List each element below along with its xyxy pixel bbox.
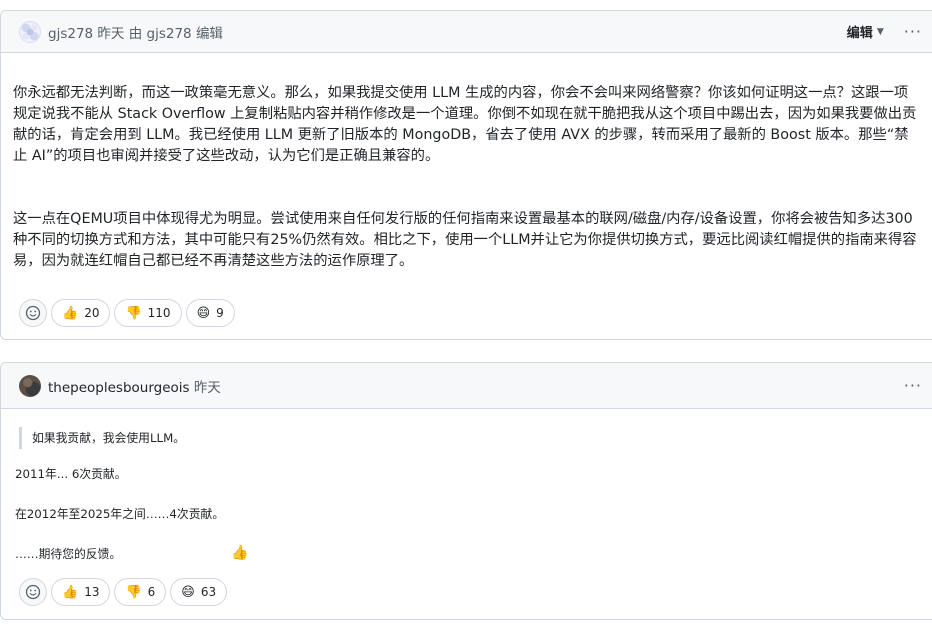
author-link[interactable]: thepeoplesbourgeois — [48, 380, 190, 396]
comment-body: 如果我贡献，我会使用LLM。 2011年... 6次贡献。 在2012年至202… — [1, 409, 932, 563]
comment-paragraph: 你永远都无法判断，而这一政策毫无意义。那么，如果我提交使用 LLM 生成的内容，… — [13, 85, 917, 164]
add-reaction-button[interactable] — [19, 578, 47, 606]
thumbs-up-icon: 👍 — [62, 305, 79, 321]
edited-label: 编辑 — [195, 25, 223, 42]
comment-line: 在2012年至2025年之间……4次贡献。 — [15, 507, 225, 521]
timestamp[interactable]: 昨天 — [194, 380, 221, 396]
thumbs-down-icon: 👎 — [125, 305, 142, 321]
reaction-count: 9 — [216, 306, 224, 320]
comment-meta: thepeoplesbourgeois 昨天 — [48, 376, 221, 396]
reaction-count: 20 — [84, 306, 100, 320]
thumbs-up-icon: 👍 — [62, 584, 79, 600]
add-reaction-button[interactable] — [19, 299, 47, 327]
chevron-down-icon: ▼ — [876, 26, 884, 37]
laugh-icon: 😄 — [181, 584, 195, 600]
reaction-thumbs-up[interactable]: 👍 20 — [51, 299, 111, 327]
smiley-icon — [25, 584, 41, 600]
reaction-laugh[interactable]: 😄 9 — [185, 299, 235, 327]
quote-text: 如果我贡献，我会使用LLM。 — [32, 431, 186, 445]
comment-line: ……期待您的反馈。 — [15, 547, 122, 561]
reactions-bar: 👍 20 👎 110 😄 9 — [19, 299, 235, 327]
thumbs-up-icon: 👍 — [231, 545, 249, 561]
comment-meta: gjs278 昨天 由 gjs278 编辑 — [48, 22, 223, 42]
reaction-count: 6 — [147, 585, 156, 599]
comment-header: gjs278 昨天 由 gjs278 编辑 编辑 ▼ ··· — [1, 11, 932, 53]
edit-history-dropdown[interactable]: 编辑 ▼ — [847, 22, 884, 41]
reaction-thumbs-up[interactable]: 👍 13 — [51, 578, 111, 606]
author-link[interactable]: gjs278 — [48, 26, 93, 42]
comment-body: 你永远都无法判断，而这一政策毫无意义。那么，如果我提交使用 LLM 生成的内容，… — [1, 53, 932, 272]
reaction-count: 110 — [147, 306, 171, 320]
reactions-bar: 👍 13 👎 6 😄 63 — [19, 578, 228, 606]
avatar[interactable] — [19, 20, 41, 43]
comment-line-wrap: ……期待您的反馈。 👍 — [15, 545, 920, 563]
reaction-count: 13 — [84, 585, 100, 599]
comment-line: 2011年... 6次贡献。 — [15, 467, 127, 481]
reaction-laugh[interactable]: 😄 63 — [170, 578, 228, 606]
timestamp[interactable]: 昨天 — [97, 26, 124, 42]
comment-gjs278: gjs278 昨天 由 gjs278 编辑 编辑 ▼ ··· 你永远都无法判断，… — [0, 10, 932, 340]
more-options-icon[interactable]: ··· — [904, 376, 922, 395]
editor-link[interactable]: gjs278 — [147, 26, 192, 42]
comment-thepeoplesbourgeois: thepeoplesbourgeois 昨天 ··· 如果我贡献，我会使用LLM… — [0, 362, 932, 620]
comment-header: thepeoplesbourgeois 昨天 ··· — [1, 363, 932, 409]
edited-by-label: 由 — [128, 25, 143, 42]
more-options-icon[interactable]: ··· — [904, 22, 922, 41]
thumbs-down-icon: 👎 — [125, 584, 142, 600]
edit-dropdown-label: 编辑 — [846, 26, 873, 41]
reaction-thumbs-down[interactable]: 👎 6 — [114, 578, 167, 606]
smiley-icon — [25, 305, 41, 321]
reaction-thumbs-down[interactable]: 👎 110 — [114, 299, 182, 327]
blockquote: 如果我贡献，我会使用LLM。 — [19, 427, 920, 449]
reaction-count: 63 — [200, 585, 217, 599]
laugh-icon: 😄 — [196, 305, 211, 321]
comment-paragraph: 这一点在QEMU项目中体现得尤为明显。尝试使用来自任何发行版的任何指南来设置最基… — [13, 211, 917, 269]
avatar[interactable] — [19, 374, 41, 397]
